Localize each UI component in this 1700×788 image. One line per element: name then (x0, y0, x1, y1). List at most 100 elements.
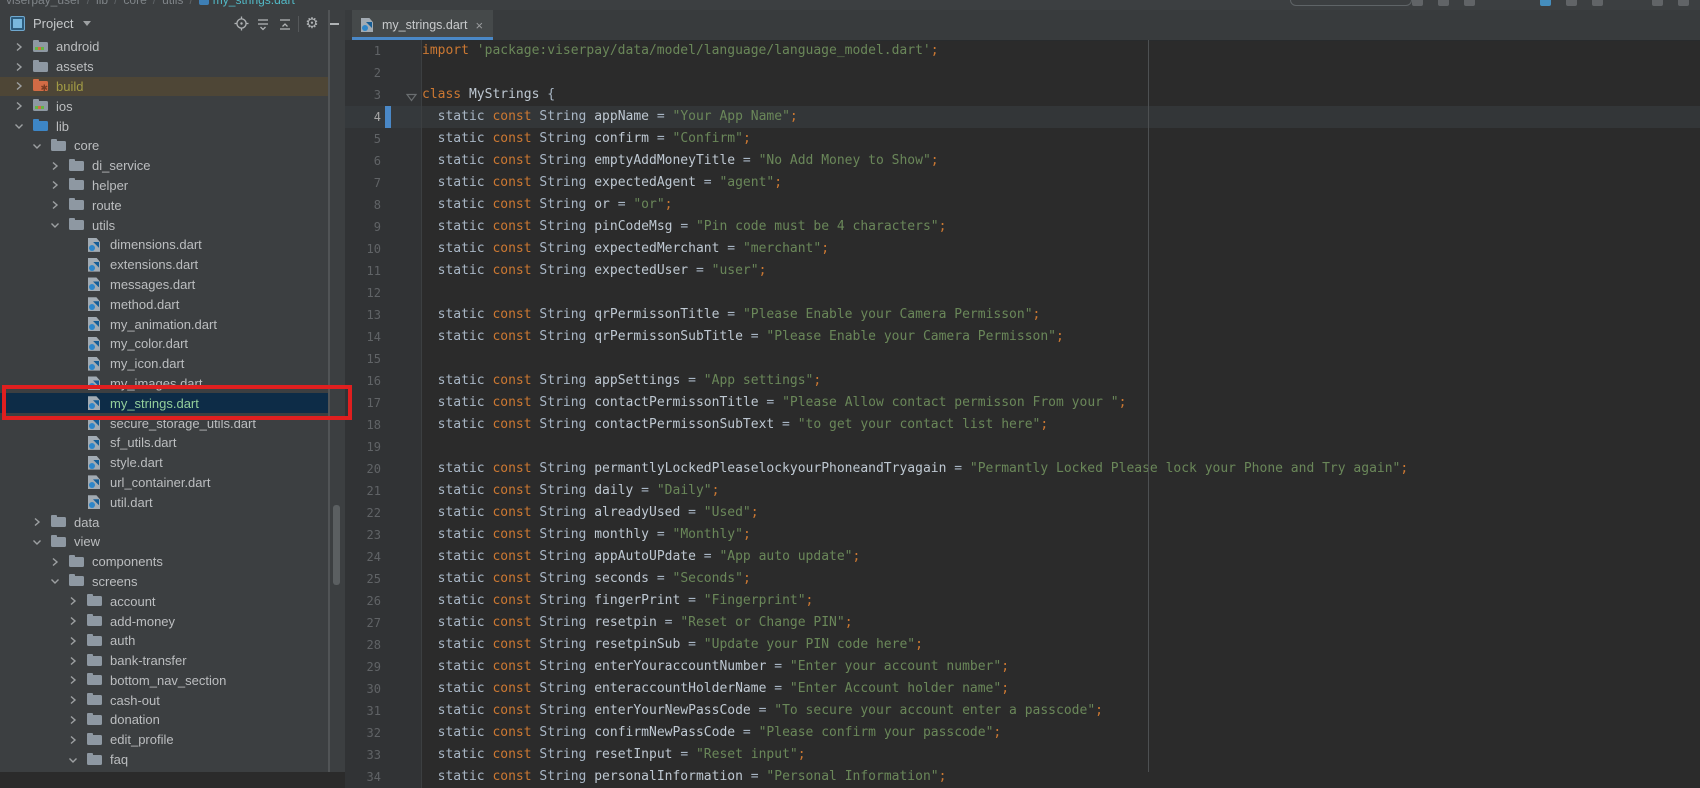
code-line-32[interactable]: 32 static const String confirmNewPassCod… (345, 722, 1700, 744)
tree-item-dimensions-dart[interactable]: dimensions.dart (0, 235, 328, 255)
code-line-4[interactable]: 4 static const String appName = "Your Ap… (345, 106, 1700, 128)
tree-item-build[interactable]: build (0, 77, 328, 97)
breadcrumb-segment[interactable]: core (123, 0, 146, 7)
chevron-right-icon[interactable] (68, 735, 78, 745)
chevron-down-icon[interactable] (68, 755, 78, 765)
chevron-down-icon[interactable] (83, 21, 91, 26)
code-line-5[interactable]: 5 static const String confirm = "Confirm… (345, 128, 1700, 150)
code-line-30[interactable]: 30 static const String enteraccountHolde… (345, 678, 1700, 700)
chevron-down-icon[interactable] (32, 141, 42, 151)
tree-item-my-strings-dart[interactable]: my_strings.dart (0, 393, 328, 413)
tree-item-lib[interactable]: lib (0, 116, 328, 136)
chevron-right-icon[interactable] (68, 695, 78, 705)
tree-item-helper[interactable]: helper (0, 176, 328, 196)
chevron-right-icon[interactable] (68, 675, 78, 685)
tree-item-utils[interactable]: utils (0, 215, 328, 235)
breadcrumb-segment[interactable]: utils (162, 0, 183, 7)
search-everywhere-icon[interactable] (1652, 0, 1663, 6)
chevron-down-icon[interactable] (50, 576, 60, 586)
code-line-11[interactable]: 11 static const String expectedUser = "u… (345, 260, 1700, 282)
tree-item-util-dart[interactable]: util.dart (0, 492, 328, 512)
tree-item-auth[interactable]: auth (0, 631, 328, 651)
code-line-15[interactable]: 15 (345, 348, 1700, 370)
code-line-22[interactable]: 22 static const String alreadyUsed = "Us… (345, 502, 1700, 524)
tree-item-sf-utils-dart[interactable]: sf_utils.dart (0, 433, 328, 453)
chevron-right-icon[interactable] (50, 557, 60, 567)
settings-toolbar-icon[interactable] (1678, 0, 1689, 6)
tree-item-core[interactable]: core (0, 136, 328, 156)
project-panel-title[interactable]: Project (33, 16, 73, 31)
code-line-25[interactable]: 25 static const String seconds = "Second… (345, 568, 1700, 590)
code-line-1[interactable]: 1import 'package:viserpay/data/model/lan… (345, 40, 1700, 62)
tree-item-my-icon-dart[interactable]: my_icon.dart (0, 354, 328, 374)
code-line-26[interactable]: 26 static const String fingerPrint = "Fi… (345, 590, 1700, 612)
tree-item-screens[interactable]: screens (0, 572, 328, 592)
tree-item-secure-storage-utils-dart[interactable]: secure_storage_utils.dart (0, 413, 328, 433)
tree-item-url-container-dart[interactable]: url_container.dart (0, 473, 328, 493)
run-button-icon[interactable] (1412, 0, 1423, 6)
chevron-right-icon[interactable] (68, 596, 78, 606)
breadcrumb-segment[interactable]: viserpay_user (6, 0, 81, 7)
code-line-7[interactable]: 7 static const String expectedAgent = "a… (345, 172, 1700, 194)
tree-item-messages-dart[interactable]: messages.dart (0, 275, 328, 295)
chevron-right-icon[interactable] (68, 636, 78, 646)
expand-all-button[interactable] (252, 13, 274, 35)
tree-item-extensions-dart[interactable]: extensions.dart (0, 255, 328, 275)
code-line-17[interactable]: 17 static const String contactPermissonT… (345, 392, 1700, 414)
tree-item-android[interactable]: android (0, 37, 328, 57)
code-line-14[interactable]: 14 static const String qrPermissonSubTit… (345, 326, 1700, 348)
tree-item-cash-out[interactable]: cash-out (0, 690, 328, 710)
tree-item-bottom-nav-section[interactable]: bottom_nav_section (0, 671, 328, 691)
code-line-28[interactable]: 28 static const String resetpinSub = "Up… (345, 634, 1700, 656)
stop-button-icon[interactable] (1566, 0, 1577, 6)
code-line-27[interactable]: 27 static const String resetpin = "Reset… (345, 612, 1700, 634)
code-line-34[interactable]: 34 static const String personalInformati… (345, 766, 1700, 788)
chevron-right-icon[interactable] (68, 715, 78, 725)
chevron-right-icon[interactable] (50, 200, 60, 210)
tree-item-data[interactable]: data (0, 512, 328, 532)
code-line-21[interactable]: 21 static const String daily = "Daily"; (345, 480, 1700, 502)
tree-item-view[interactable]: view (0, 532, 328, 552)
code-line-29[interactable]: 29 static const String enterYouraccountN… (345, 656, 1700, 678)
device-selector[interactable]: main.dart (1290, 0, 1412, 6)
tree-item-add-money[interactable]: add-money (0, 611, 328, 631)
code-line-2[interactable]: 2 (345, 62, 1700, 84)
code-line-33[interactable]: 33 static const String resetInput = "Res… (345, 744, 1700, 766)
chevron-right-icon[interactable] (14, 81, 24, 91)
tree-item-components[interactable]: components (0, 552, 328, 572)
chevron-right-icon[interactable] (14, 62, 24, 72)
tree-item-ios[interactable]: ios (0, 96, 328, 116)
chevron-down-icon[interactable] (14, 121, 24, 131)
code-line-6[interactable]: 6 static const String emptyAddMoneyTitle… (345, 150, 1700, 172)
tree-item-method-dart[interactable]: method.dart (0, 294, 328, 314)
tree-item-faq[interactable]: faq (0, 750, 328, 770)
fold-marker-icon[interactable] (406, 91, 417, 106)
chevron-right-icon[interactable] (50, 161, 60, 171)
code-line-8[interactable]: 8 static const String or = "or"; (345, 194, 1700, 216)
hide-panel-button[interactable] (323, 13, 345, 35)
tree-item-route[interactable]: route (0, 195, 328, 215)
locate-file-button[interactable] (230, 13, 252, 35)
debug-button-icon[interactable] (1438, 0, 1449, 6)
chevron-right-icon[interactable] (50, 180, 60, 190)
chevron-right-icon[interactable] (68, 616, 78, 626)
tree-item-my-color-dart[interactable]: my_color.dart (0, 334, 328, 354)
tree-item-style-dart[interactable]: style.dart (0, 453, 328, 473)
collapse-all-button[interactable] (274, 13, 296, 35)
code-line-3[interactable]: 3class MyStrings { (345, 84, 1700, 106)
code-editor-surface[interactable]: 1import 'package:viserpay/data/model/lan… (345, 40, 1700, 772)
project-scrollbar-thumb[interactable] (333, 505, 340, 585)
tree-item-bank-transfer[interactable]: bank-transfer (0, 651, 328, 671)
breadcrumb-segment[interactable]: lib (96, 0, 108, 7)
tree-item-di-service[interactable]: di_service (0, 156, 328, 176)
tree-item-account[interactable]: account (0, 591, 328, 611)
chevron-down-icon[interactable] (50, 220, 60, 230)
code-line-19[interactable]: 19 (345, 436, 1700, 458)
code-line-31[interactable]: 31 static const String enterYourNewPassC… (345, 700, 1700, 722)
code-line-13[interactable]: 13 static const String qrPermissonTitle … (345, 304, 1700, 326)
code-line-10[interactable]: 10 static const String expectedMerchant … (345, 238, 1700, 260)
tree-item-my-animation-dart[interactable]: my_animation.dart (0, 314, 328, 334)
close-icon[interactable]: × (475, 19, 483, 32)
code-line-9[interactable]: 9 static const String pinCodeMsg = "Pin … (345, 216, 1700, 238)
tree-item-donation[interactable]: donation (0, 710, 328, 730)
